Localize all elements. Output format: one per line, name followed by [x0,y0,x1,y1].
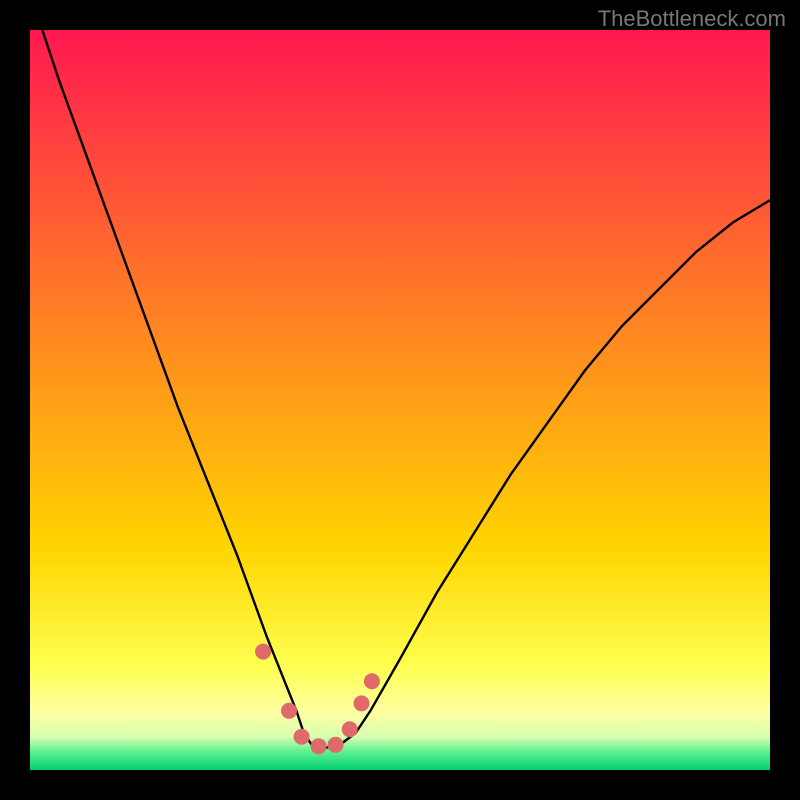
marker-point [281,703,297,719]
watermark-text: TheBottleneck.com [598,6,786,32]
marker-point [255,644,271,660]
marker-point [311,738,327,754]
plot-area [30,30,770,770]
marker-point [342,721,358,737]
chart-frame: TheBottleneck.com [0,0,800,800]
plot-svg [30,30,770,770]
marker-point [328,737,344,753]
marker-point [364,673,380,689]
marker-point [354,695,370,711]
marker-point [294,729,310,745]
